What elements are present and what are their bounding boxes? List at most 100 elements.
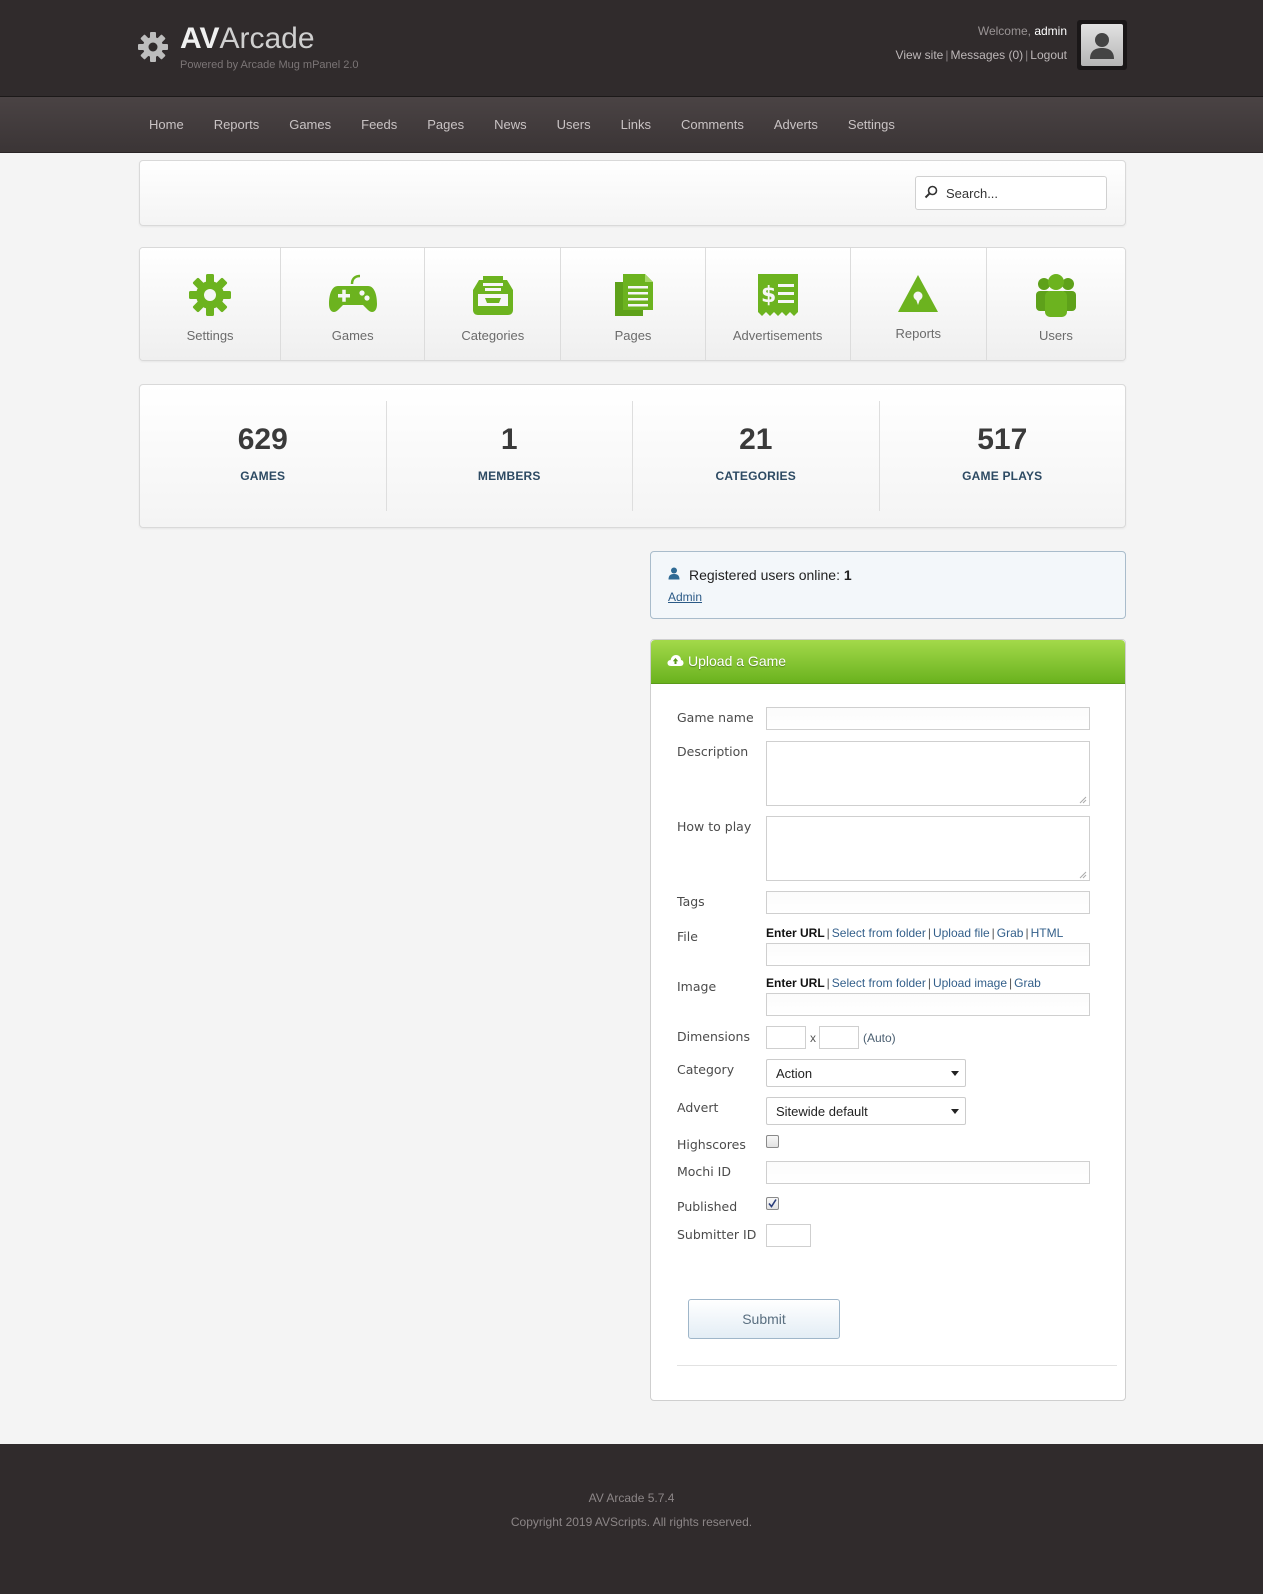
- stat-label: GAMES: [240, 469, 286, 483]
- how-to-play-textarea[interactable]: [766, 816, 1090, 881]
- stat-label: GAME PLAYS: [962, 469, 1043, 483]
- resize-grip-icon[interactable]: [1079, 871, 1087, 879]
- advert-selected-value: Sitewide default: [776, 1104, 868, 1119]
- quick-links-panel: Settings Games Categories Pages $ Advert…: [139, 247, 1126, 361]
- category-label: Category: [677, 1062, 735, 1077]
- description-label: Description: [677, 744, 749, 759]
- nav-feeds[interactable]: Feeds: [346, 97, 412, 152]
- file-select-folder-option[interactable]: Select from folder: [832, 926, 926, 940]
- file-enter-url-option[interactable]: Enter URL: [766, 926, 825, 940]
- avatar[interactable]: [1077, 20, 1127, 70]
- description-textarea[interactable]: [766, 741, 1090, 806]
- how-to-play-label: How to play: [677, 819, 752, 834]
- quick-link-label: Users: [1038, 328, 1073, 343]
- site-title[interactable]: AVArcade: [180, 22, 315, 56]
- user-icon: [668, 567, 680, 580]
- image-enter-url-option[interactable]: Enter URL: [766, 976, 825, 990]
- warning-icon: [898, 275, 939, 312]
- nav-reports[interactable]: Reports: [199, 97, 275, 152]
- quick-link-label: Pages: [614, 328, 652, 343]
- gamepad-icon: [328, 274, 377, 312]
- messages-link[interactable]: Messages (0): [950, 48, 1023, 62]
- footer: AV Arcade 5.7.4 Copyright 2019 AVScripts…: [0, 1444, 1263, 1594]
- quick-link-pages[interactable]: Pages: [561, 248, 706, 360]
- submitter-id-input[interactable]: [766, 1224, 811, 1247]
- nav-comments[interactable]: Comments: [666, 97, 759, 152]
- stat-label: MEMBERS: [477, 469, 541, 483]
- published-checkbox[interactable]: [766, 1197, 779, 1210]
- resize-grip-icon[interactable]: [1079, 796, 1087, 804]
- width-input[interactable]: [766, 1026, 806, 1049]
- game-name-label: Game name: [677, 710, 754, 725]
- quick-link-label: Categories: [461, 328, 525, 343]
- stat-value: 629: [237, 423, 288, 456]
- highscores-checkbox[interactable]: [766, 1135, 779, 1148]
- nav-home[interactable]: Home: [134, 97, 199, 152]
- nav-games[interactable]: Games: [274, 97, 346, 152]
- quick-link-settings[interactable]: Settings: [140, 248, 282, 360]
- view-site-link[interactable]: View site: [896, 48, 944, 62]
- published-label: Published: [677, 1199, 738, 1214]
- stat-members: 1 MEMBERS: [387, 401, 633, 511]
- quick-link-advertisements[interactable]: $ Advertisements: [705, 248, 851, 360]
- file-upload-option[interactable]: Upload file: [933, 926, 990, 940]
- dollar-receipt-icon: $: [757, 274, 798, 316]
- welcome-text: Welcome, admin: [977, 24, 1067, 38]
- nav-adverts[interactable]: Adverts: [759, 97, 833, 152]
- quick-link-reports[interactable]: Reports: [850, 248, 987, 360]
- stat-value: 517: [977, 423, 1028, 456]
- user-silhouette-icon: [1090, 33, 1114, 59]
- game-name-input[interactable]: [766, 707, 1090, 730]
- image-upload-option[interactable]: Upload image: [933, 976, 1007, 990]
- dimensions-auto-hint: (Auto): [863, 1031, 896, 1045]
- user-links: View site | Messages (0) | Logout: [895, 48, 1067, 62]
- search-box[interactable]: [915, 176, 1107, 210]
- chevron-down-icon: [951, 1071, 959, 1076]
- logout-link[interactable]: Logout: [1030, 48, 1067, 62]
- tags-input[interactable]: [766, 891, 1090, 914]
- chevron-down-icon: [951, 1109, 959, 1114]
- file-grab-option[interactable]: Grab: [997, 926, 1024, 940]
- nav-users[interactable]: Users: [542, 97, 606, 152]
- users-group-icon: [1035, 274, 1076, 317]
- image-select-folder-option[interactable]: Select from folder: [832, 976, 926, 990]
- nav-settings[interactable]: Settings: [833, 97, 910, 152]
- advert-select[interactable]: Sitewide default: [766, 1097, 966, 1125]
- quick-link-label: Settings: [186, 328, 234, 343]
- nav-pages[interactable]: Pages: [412, 97, 479, 152]
- file-url-input[interactable]: [766, 943, 1090, 966]
- nav-news[interactable]: News: [479, 97, 542, 152]
- quick-link-users[interactable]: Users: [986, 248, 1125, 360]
- cloud-upload-icon: [667, 655, 684, 666]
- submitter-id-label: Submitter ID: [677, 1227, 757, 1242]
- upload-game-title: Upload a Game: [688, 653, 787, 669]
- quick-link-label: Games: [331, 328, 374, 343]
- height-input[interactable]: [819, 1026, 859, 1049]
- search-input[interactable]: [944, 181, 1103, 205]
- stats-panel: 629 GAMES 1 MEMBERS 21 CATEGORIES 517 GA…: [139, 384, 1126, 528]
- online-users-title: Registered users online: 1: [689, 567, 852, 583]
- quick-link-categories[interactable]: Categories: [425, 248, 562, 360]
- file-source-options: Enter URL | Select from folder | Upload file…: [766, 926, 1064, 940]
- nav-links[interactable]: Links: [606, 97, 666, 152]
- search-icon: [924, 185, 938, 199]
- tags-label: Tags: [677, 894, 705, 909]
- search-panel: [139, 160, 1126, 226]
- file-html-option[interactable]: HTML: [1031, 926, 1064, 940]
- mochi-id-input[interactable]: [766, 1161, 1090, 1184]
- quick-link-games[interactable]: Games: [281, 248, 426, 360]
- submit-button[interactable]: Submit: [688, 1299, 840, 1339]
- image-source-options: Enter URL | Select from folder | Upload imag…: [766, 976, 1041, 990]
- gear-icon: [138, 32, 168, 62]
- stat-value: 21: [739, 423, 773, 456]
- quick-link-label: Advertisements: [732, 328, 823, 343]
- image-grab-option[interactable]: Grab: [1014, 976, 1041, 990]
- stat-game-plays: 517 GAME PLAYS: [880, 401, 1126, 511]
- header: AVArcade Powered by Arcade Mug mPanel 2.…: [0, 0, 1263, 97]
- image-url-input[interactable]: [766, 993, 1090, 1016]
- category-select[interactable]: Action: [766, 1059, 966, 1087]
- online-user-link[interactable]: Admin: [668, 590, 702, 604]
- svg-text:$: $: [761, 283, 776, 308]
- dimensions-separator: x: [810, 1031, 816, 1045]
- upload-game-panel: Upload a Game Game name Description How …: [650, 639, 1126, 1401]
